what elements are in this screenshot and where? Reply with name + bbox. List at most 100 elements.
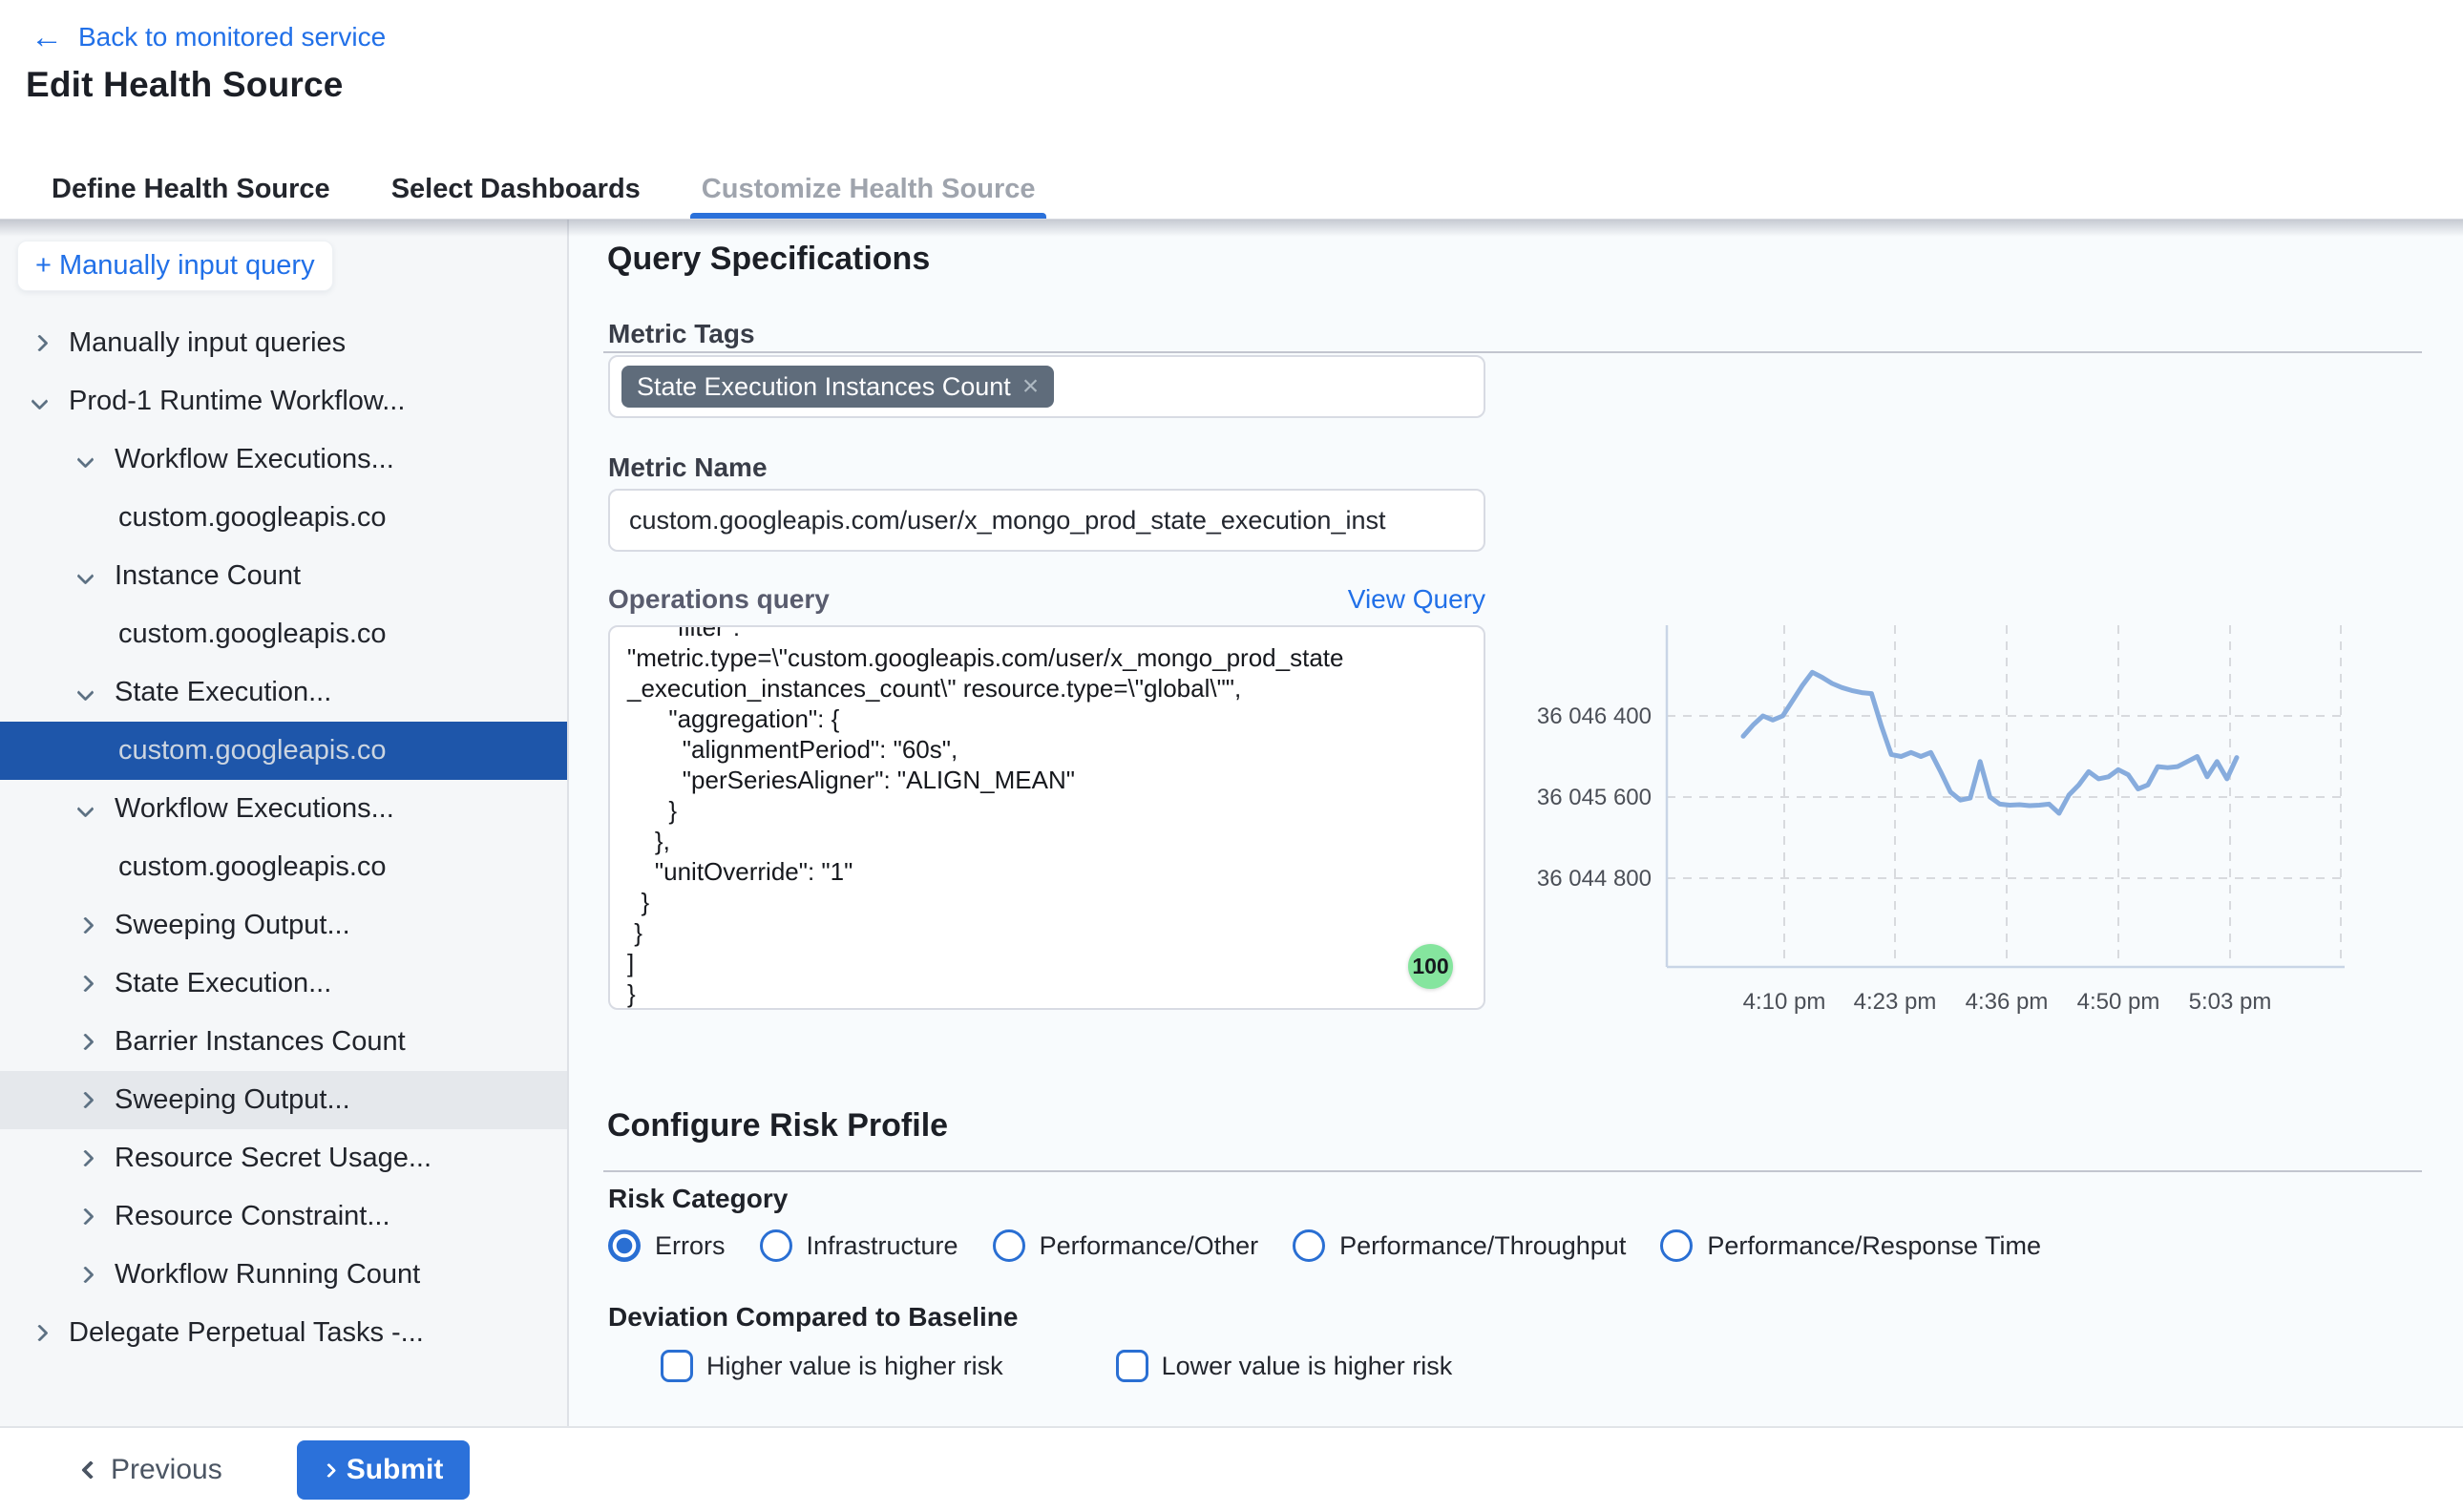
risk-category-performance-other[interactable]: Performance/Other	[993, 1229, 1259, 1262]
chevron-down-icon[interactable]	[73, 570, 97, 582]
risk-category-performance-throughput[interactable]: Performance/Throughput	[1293, 1229, 1626, 1262]
tree-item-workflow-executions[interactable]: Workflow Executions...	[0, 780, 567, 838]
tree-item-label: Manually input queries	[69, 327, 346, 359]
chevron-right-icon[interactable]	[27, 1327, 52, 1339]
metric-name-input[interactable]	[608, 489, 1485, 552]
risk-category-infrastructure[interactable]: Infrastructure	[760, 1229, 958, 1262]
chevron-down-icon[interactable]	[73, 803, 97, 815]
svg-text:4:36 pm: 4:36 pm	[1966, 989, 2049, 1015]
risk-category-label: Risk Category	[608, 1184, 788, 1214]
tab-bar: Define Health Source Select Dashboards Cus…	[0, 160, 2463, 220]
radio-icon[interactable]	[1293, 1229, 1325, 1262]
footer: Previous Submit	[0, 1426, 2463, 1512]
radio-icon[interactable]	[760, 1229, 792, 1262]
main-panel: Query Specifications Metric Tags State E…	[569, 220, 2463, 1426]
tree-item-delegate-perpetual-tasks[interactable]: Delegate Perpetual Tasks -...	[0, 1304, 567, 1362]
radio-selected-icon[interactable]	[608, 1229, 641, 1262]
metric-chart-container: 36 046 40036 045 60036 044 8004:10 pm4:2…	[1524, 616, 2383, 1036]
chevron-right-icon[interactable]	[73, 1210, 97, 1223]
tree-item-custom-googleapis-co[interactable]: custom.googleapis.co	[0, 489, 567, 547]
checkbox-label: Lower value is higher risk	[1162, 1352, 1453, 1381]
sidebar-tree: Manually input queries Prod-1 Runtime Wor…	[0, 314, 567, 1362]
checkbox-icon[interactable]	[661, 1350, 693, 1382]
tree-item-sweeping-output[interactable]: Sweeping Output...	[0, 896, 567, 955]
radio-label: Performance/Other	[1040, 1231, 1259, 1261]
tree-item-custom-googleapis-co[interactable]: custom.googleapis.co	[0, 722, 567, 780]
query-health-badge: 100	[1408, 944, 1453, 989]
sidebar: + Manually input query Manually input qu…	[0, 220, 569, 1426]
tree-item-custom-googleapis-co[interactable]: custom.googleapis.co	[0, 838, 567, 896]
chevron-right-icon[interactable]	[73, 1036, 97, 1048]
tree-item-workflow-running-count[interactable]: Workflow Running Count	[0, 1246, 567, 1304]
deviation-options: Higher value is higher risk Lower value i…	[661, 1350, 1452, 1382]
tree-item-state-execution[interactable]: State Execution...	[0, 955, 567, 1013]
tree-item-label: Sweeping Output...	[115, 910, 350, 941]
previous-button-label: Previous	[111, 1454, 222, 1486]
tree-item-label: Prod-1 Runtime Workflow...	[69, 386, 405, 417]
metric-line	[1743, 672, 2237, 813]
chevron-right-icon[interactable]	[73, 1094, 97, 1106]
tree-item-label: Sweeping Output...	[115, 1084, 350, 1116]
tree-item-workflow-executions[interactable]: Workflow Executions...	[0, 430, 567, 489]
tree-item-prod-1-runtime-workflow[interactable]: Prod-1 Runtime Workflow...	[0, 372, 567, 430]
back-link-label[interactable]: Back to monitored service	[78, 22, 386, 52]
section-divider	[603, 1170, 2422, 1172]
tab-customize-health-source[interactable]: Customize Health Source	[696, 160, 1042, 219]
radio-icon[interactable]	[1660, 1229, 1693, 1262]
configure-risk-profile-title: Configure Risk Profile	[607, 1107, 948, 1144]
tree-item-label: Barrier Instances Count	[115, 1026, 406, 1058]
chevron-down-icon[interactable]	[27, 395, 52, 408]
view-query-link[interactable]: View Query	[1348, 584, 1485, 615]
metric-name-label: Metric Name	[608, 452, 768, 483]
risk-category-performance-response-time[interactable]: Performance/Response Time	[1660, 1229, 2041, 1262]
tree-item-state-execution[interactable]: State Execution...	[0, 663, 567, 722]
tree-item-instance-count[interactable]: Instance Count	[0, 547, 567, 605]
chip-close-icon[interactable]: ×	[1022, 372, 1040, 401]
chevron-right-icon[interactable]	[73, 919, 97, 932]
tree-item-resource-secret-usage[interactable]: Resource Secret Usage...	[0, 1129, 567, 1187]
svg-text:36 045 600: 36 045 600	[1537, 785, 1652, 810]
metric-tags-label: Metric Tags	[608, 319, 755, 349]
tree-item-label: State Execution...	[115, 677, 331, 708]
tree-item-custom-googleapis-co[interactable]: custom.googleapis.co	[0, 605, 567, 663]
deviation-lower-value-is-higher-risk[interactable]: Lower value is higher risk	[1116, 1350, 1453, 1382]
tree-item-manually-input-queries[interactable]: Manually input queries	[0, 314, 567, 372]
submit-button-label: Submit	[347, 1454, 444, 1486]
deviation-higher-value-is-higher-risk[interactable]: Higher value is higher risk	[661, 1350, 1003, 1382]
svg-text:36 046 400: 36 046 400	[1537, 704, 1652, 729]
chevron-down-icon[interactable]	[73, 453, 97, 466]
checkbox-icon[interactable]	[1116, 1350, 1148, 1382]
tree-item-sweeping-output[interactable]: Sweeping Output...	[0, 1071, 567, 1129]
risk-category-errors[interactable]: Errors	[608, 1229, 726, 1262]
chevron-down-icon[interactable]	[73, 686, 97, 699]
previous-button[interactable]: Previous	[84, 1454, 222, 1486]
tree-item-label: Workflow Running Count	[115, 1259, 420, 1291]
metric-tag-chip[interactable]: State Execution Instances Count ×	[621, 366, 1054, 408]
tab-define-health-source[interactable]: Define Health Source	[46, 160, 336, 219]
radio-icon[interactable]	[993, 1229, 1025, 1262]
tree-item-barrier-instances-count[interactable]: Barrier Instances Count	[0, 1013, 567, 1071]
svg-text:5:03 pm: 5:03 pm	[2189, 989, 2272, 1015]
operations-query-row: Operations query View Query	[608, 584, 1485, 615]
tree-item-label: State Execution...	[115, 968, 331, 999]
page-header: ← Back to monitored service Edit Health …	[0, 0, 2463, 160]
radio-label: Performance/Throughput	[1339, 1231, 1626, 1261]
add-manual-query-button[interactable]: + Manually input query	[17, 241, 333, 291]
chevron-right-icon[interactable]	[27, 337, 52, 349]
tree-item-label: Resource Constraint...	[115, 1201, 390, 1232]
tree-item-label: custom.googleapis.co	[118, 735, 387, 766]
chevron-left-icon	[81, 1460, 100, 1480]
tree-item-label: custom.googleapis.co	[118, 619, 387, 650]
metric-tags-input[interactable]: State Execution Instances Count ×	[608, 355, 1485, 418]
tab-select-dashboards[interactable]: Select Dashboards	[386, 160, 646, 219]
back-link[interactable]: ← Back to monitored service	[31, 21, 386, 53]
chevron-right-icon[interactable]	[73, 1152, 97, 1165]
chevron-right-icon[interactable]	[73, 977, 97, 990]
chevron-right-icon[interactable]	[73, 1269, 97, 1281]
tree-item-resource-constraint[interactable]: Resource Constraint...	[0, 1187, 567, 1246]
operations-query-text: "filter": "metric.type=\"custom.googleap…	[627, 625, 1466, 1009]
svg-text:4:50 pm: 4:50 pm	[2077, 989, 2160, 1015]
submit-button[interactable]: Submit	[297, 1440, 471, 1500]
operations-query-textarea[interactable]: "filter": "metric.type=\"custom.googleap…	[608, 625, 1485, 1010]
tree-item-label: Workflow Executions...	[115, 793, 394, 825]
